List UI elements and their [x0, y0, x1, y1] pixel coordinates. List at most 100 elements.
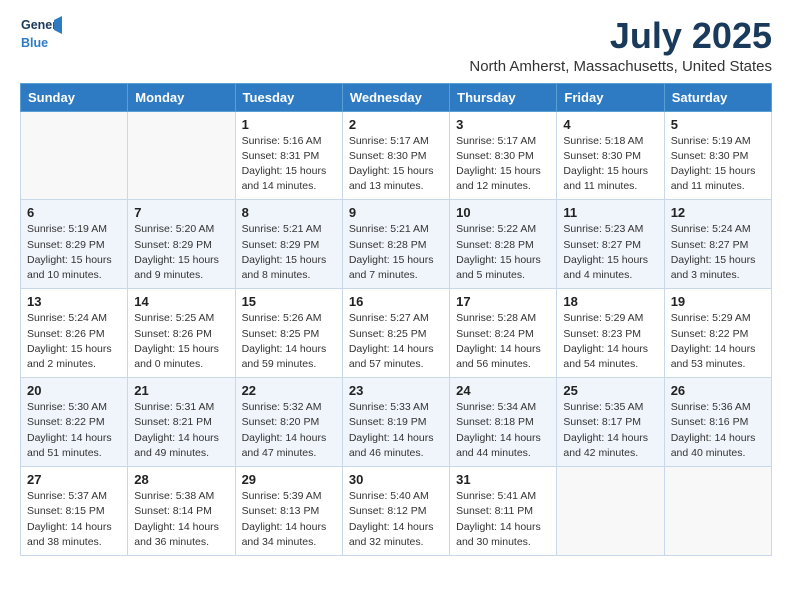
day-cell: 14Sunrise: 5:25 AMSunset: 8:26 PMDayligh…	[128, 289, 235, 378]
week-row-1: 1 Sunrise: 5:16 AMSunset: 8:31 PMDaylight…	[21, 111, 772, 200]
week-row-2: 6 Sunrise: 5:19 AMSunset: 8:29 PMDaylight…	[21, 200, 772, 289]
day-info: Sunrise: 5:23 AMSunset: 8:27 PMDaylight:…	[563, 222, 657, 283]
day-number: 6	[27, 205, 121, 220]
weekday-header-saturday: Saturday	[664, 83, 771, 111]
week-row-5: 27 Sunrise: 5:37 AMSunset: 8:15 PMDayligh…	[21, 467, 772, 556]
day-number: 26	[671, 383, 765, 398]
day-number: 20	[27, 383, 121, 398]
day-number: 28	[134, 472, 228, 487]
day-number: 11	[563, 205, 657, 220]
day-cell: 15Sunrise: 5:26 AMSunset: 8:25 PMDayligh…	[235, 289, 342, 378]
day-cell: 10Sunrise: 5:22 AMSunset: 8:28 PMDayligh…	[450, 200, 557, 289]
day-number: 21	[134, 383, 228, 398]
day-number: 3	[456, 117, 550, 132]
logo-graphic: General Blue	[20, 16, 62, 52]
day-cell: 11 Sunrise: 5:23 AMSunset: 8:27 PMDayligh…	[557, 200, 664, 289]
day-cell: 27 Sunrise: 5:37 AMSunset: 8:15 PMDayligh…	[21, 467, 128, 556]
day-info: Sunrise: 5:30 AMSunset: 8:22 PMDaylight:…	[27, 400, 121, 461]
day-cell: 20 Sunrise: 5:30 AMSunset: 8:22 PMDayligh…	[21, 378, 128, 467]
day-info: Sunrise: 5:18 AMSunset: 8:30 PMDaylight:…	[563, 134, 657, 195]
logo: General Blue	[20, 16, 62, 52]
day-number: 24	[456, 383, 550, 398]
day-cell: 2 Sunrise: 5:17 AMSunset: 8:30 PMDaylight…	[342, 111, 449, 200]
month-title: July 2025	[469, 16, 772, 56]
day-cell	[21, 111, 128, 200]
weekday-header-thursday: Thursday	[450, 83, 557, 111]
day-number: 9	[349, 205, 443, 220]
day-info: Sunrise: 5:38 AMSunset: 8:14 PMDaylight:…	[134, 489, 228, 550]
svg-text:Blue: Blue	[21, 36, 48, 50]
day-cell: 12 Sunrise: 5:24 AMSunset: 8:27 PMDayligh…	[664, 200, 771, 289]
day-number: 25	[563, 383, 657, 398]
day-cell: 17 Sunrise: 5:28 AMSunset: 8:24 PMDayligh…	[450, 289, 557, 378]
day-info: Sunrise: 5:35 AMSunset: 8:17 PMDaylight:…	[563, 400, 657, 461]
day-number: 1	[242, 117, 336, 132]
day-number: 8	[242, 205, 336, 220]
day-info: Sunrise: 5:24 AMSunset: 8:27 PMDaylight:…	[671, 222, 765, 283]
logo-container: General Blue	[20, 16, 62, 52]
day-cell: 18 Sunrise: 5:29 AMSunset: 8:23 PMDayligh…	[557, 289, 664, 378]
weekday-header-friday: Friday	[557, 83, 664, 111]
day-info: Sunrise: 5:28 AMSunset: 8:24 PMDaylight:…	[456, 311, 550, 372]
weekday-header-sunday: Sunday	[21, 83, 128, 111]
day-info: Sunrise: 5:16 AMSunset: 8:31 PMDaylight:…	[242, 134, 336, 195]
day-number: 15	[242, 294, 336, 309]
day-number: 14	[134, 294, 228, 309]
day-number: 12	[671, 205, 765, 220]
week-row-4: 20 Sunrise: 5:30 AMSunset: 8:22 PMDayligh…	[21, 378, 772, 467]
day-cell: 23 Sunrise: 5:33 AMSunset: 8:19 PMDayligh…	[342, 378, 449, 467]
day-cell: 25 Sunrise: 5:35 AMSunset: 8:17 PMDayligh…	[557, 378, 664, 467]
day-info: Sunrise: 5:39 AMSunset: 8:13 PMDaylight:…	[242, 489, 336, 550]
day-cell: 31 Sunrise: 5:41 AMSunset: 8:11 PMDayligh…	[450, 467, 557, 556]
day-info: Sunrise: 5:36 AMSunset: 8:16 PMDaylight:…	[671, 400, 765, 461]
day-number: 31	[456, 472, 550, 487]
weekday-header-tuesday: Tuesday	[235, 83, 342, 111]
day-cell: 5Sunrise: 5:19 AMSunset: 8:30 PMDaylight…	[664, 111, 771, 200]
day-cell: 26 Sunrise: 5:36 AMSunset: 8:16 PMDayligh…	[664, 378, 771, 467]
day-info: Sunrise: 5:29 AMSunset: 8:22 PMDaylight:…	[671, 311, 765, 372]
day-info: Sunrise: 5:21 AMSunset: 8:29 PMDaylight:…	[242, 222, 336, 283]
day-info: Sunrise: 5:41 AMSunset: 8:11 PMDaylight:…	[456, 489, 550, 550]
day-cell: 9Sunrise: 5:21 AMSunset: 8:28 PMDaylight…	[342, 200, 449, 289]
day-cell: 19 Sunrise: 5:29 AMSunset: 8:22 PMDayligh…	[664, 289, 771, 378]
day-cell: 29 Sunrise: 5:39 AMSunset: 8:13 PMDayligh…	[235, 467, 342, 556]
day-cell: 6 Sunrise: 5:19 AMSunset: 8:29 PMDaylight…	[21, 200, 128, 289]
day-cell: 8 Sunrise: 5:21 AMSunset: 8:29 PMDaylight…	[235, 200, 342, 289]
day-info: Sunrise: 5:40 AMSunset: 8:12 PMDaylight:…	[349, 489, 443, 550]
day-info: Sunrise: 5:22 AMSunset: 8:28 PMDaylight:…	[456, 222, 550, 283]
day-info: Sunrise: 5:20 AMSunset: 8:29 PMDaylight:…	[134, 222, 228, 283]
day-cell: 28 Sunrise: 5:38 AMSunset: 8:14 PMDayligh…	[128, 467, 235, 556]
day-number: 17	[456, 294, 550, 309]
day-cell: 1 Sunrise: 5:16 AMSunset: 8:31 PMDaylight…	[235, 111, 342, 200]
day-number: 2	[349, 117, 443, 132]
calendar: SundayMondayTuesdayWednesdayThursdayFrid…	[20, 83, 772, 556]
weekday-header-wednesday: Wednesday	[342, 83, 449, 111]
day-info: Sunrise: 5:32 AMSunset: 8:20 PMDaylight:…	[242, 400, 336, 461]
day-number: 7	[134, 205, 228, 220]
day-cell: 24 Sunrise: 5:34 AMSunset: 8:18 PMDayligh…	[450, 378, 557, 467]
day-cell: 16 Sunrise: 5:27 AMSunset: 8:25 PMDayligh…	[342, 289, 449, 378]
day-info: Sunrise: 5:17 AMSunset: 8:30 PMDaylight:…	[456, 134, 550, 195]
day-info: Sunrise: 5:19 AMSunset: 8:29 PMDaylight:…	[27, 222, 121, 283]
day-info: Sunrise: 5:37 AMSunset: 8:15 PMDaylight:…	[27, 489, 121, 550]
day-cell	[557, 467, 664, 556]
day-info: Sunrise: 5:29 AMSunset: 8:23 PMDaylight:…	[563, 311, 657, 372]
day-number: 18	[563, 294, 657, 309]
page-header: General Blue July 2025 North Amherst, Ma…	[20, 16, 772, 75]
day-info: Sunrise: 5:27 AMSunset: 8:25 PMDaylight:…	[349, 311, 443, 372]
day-cell: 21Sunrise: 5:31 AMSunset: 8:21 PMDayligh…	[128, 378, 235, 467]
day-info: Sunrise: 5:34 AMSunset: 8:18 PMDaylight:…	[456, 400, 550, 461]
day-info: Sunrise: 5:17 AMSunset: 8:30 PMDaylight:…	[349, 134, 443, 195]
day-number: 23	[349, 383, 443, 398]
day-cell: 3 Sunrise: 5:17 AMSunset: 8:30 PMDaylight…	[450, 111, 557, 200]
weekday-header-row: SundayMondayTuesdayWednesdayThursdayFrid…	[21, 83, 772, 111]
day-cell: 22Sunrise: 5:32 AMSunset: 8:20 PMDayligh…	[235, 378, 342, 467]
day-number: 19	[671, 294, 765, 309]
day-number: 27	[27, 472, 121, 487]
day-info: Sunrise: 5:33 AMSunset: 8:19 PMDaylight:…	[349, 400, 443, 461]
day-cell: 4Sunrise: 5:18 AMSunset: 8:30 PMDaylight…	[557, 111, 664, 200]
day-number: 29	[242, 472, 336, 487]
day-number: 16	[349, 294, 443, 309]
title-block: July 2025 North Amherst, Massachusetts, …	[469, 16, 772, 75]
weekday-header-monday: Monday	[128, 83, 235, 111]
